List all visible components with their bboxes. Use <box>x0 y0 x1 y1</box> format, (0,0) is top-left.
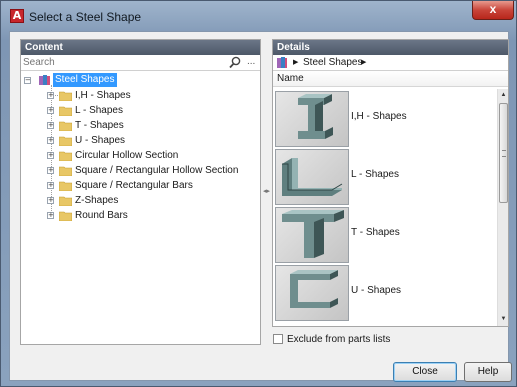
search-input[interactable] <box>21 55 221 70</box>
ih-beam-icon <box>275 91 349 147</box>
search-icon[interactable] <box>229 56 241 69</box>
close-button[interactable]: Close <box>393 362 457 382</box>
folder-icon <box>59 196 72 206</box>
folder-icon <box>59 151 72 161</box>
expand-icon[interactable]: + <box>47 182 54 189</box>
list-item-l-shapes[interactable]: L - Shapes <box>273 147 497 205</box>
steel-library-icon <box>277 57 287 68</box>
tree-item-z-shapes[interactable]: + Z-Shapes <box>21 193 260 208</box>
tree-item-label: I,H - Shapes <box>75 90 131 101</box>
expand-icon[interactable]: + <box>47 92 54 99</box>
tree-item-label: Circular Hollow Section <box>75 150 179 161</box>
dialog-client-area: Content ... − Steel Shapes <box>9 31 512 382</box>
tree-item-label: Square / Rectangular Hollow Section <box>75 165 239 176</box>
scroll-up-icon[interactable]: ▲ <box>498 89 509 102</box>
content-panel: Content ... − Steel Shapes <box>20 39 261 345</box>
folder-icon <box>59 136 72 146</box>
tree-item-label: Square / Rectangular Bars <box>75 180 193 191</box>
collapse-icon[interactable]: − <box>24 77 31 84</box>
expand-icon[interactable]: + <box>47 197 54 204</box>
name-column-header[interactable]: Name <box>273 71 508 87</box>
angle-icon <box>275 149 349 205</box>
list-item-label: I,H - Shapes <box>351 111 407 122</box>
tree-item-u-shapes[interactable]: + U - Shapes <box>21 133 260 148</box>
folder-icon <box>59 211 72 221</box>
list-item-label: T - Shapes <box>351 227 400 238</box>
list-item-t-shapes[interactable]: T - Shapes <box>273 205 497 263</box>
breadcrumb-arrow-icon[interactable]: ▶ <box>361 55 366 71</box>
folder-icon <box>59 91 72 101</box>
search-options-button[interactable]: ... <box>247 56 255 67</box>
tree-item-label: Round Bars <box>75 210 128 221</box>
details-panel: Details ▶ Steel Shapes ▶ Name I,H - Shap… <box>272 39 509 327</box>
tree-item-label: Steel Shapes <box>53 73 117 87</box>
details-panel-header: Details <box>273 40 508 55</box>
help-button[interactable]: Help <box>464 362 512 382</box>
list-item-label: U - Shapes <box>351 285 402 296</box>
list-item-u-shapes[interactable]: U - Shapes <box>273 263 497 321</box>
folder-icon <box>59 106 72 116</box>
shape-tree: − Steel Shapes + I,H - Shapes + L - Shap… <box>21 71 260 223</box>
window-close-button[interactable]: x <box>472 1 514 20</box>
steel-library-icon <box>39 75 50 85</box>
dialog-window: A Select a Steel Shape x Content ... − <box>0 0 517 387</box>
expand-icon[interactable]: + <box>47 137 54 144</box>
tree-item-square-rectangular-hollow-section[interactable]: + Square / Rectangular Hollow Section <box>21 163 260 178</box>
content-panel-header: Content <box>21 40 260 55</box>
folder-icon <box>59 181 72 191</box>
tree-item-label: U - Shapes <box>75 135 126 146</box>
folder-icon <box>59 121 72 131</box>
scroll-thumb[interactable] <box>499 103 508 203</box>
list-item-ih-shapes[interactable]: I,H - Shapes <box>273 89 497 147</box>
exclude-checkbox-label[interactable]: Exclude from parts lists <box>287 333 390 346</box>
panel-splitter-icon[interactable]: ◂▸ <box>263 187 270 195</box>
details-scrollbar[interactable]: ▲ ▼ <box>497 89 508 326</box>
expand-icon[interactable]: + <box>47 167 54 174</box>
expand-icon[interactable]: + <box>47 212 54 219</box>
folder-icon <box>59 166 72 176</box>
expand-icon[interactable]: + <box>47 107 54 114</box>
breadcrumb-arrow-icon[interactable]: ▶ <box>293 55 298 71</box>
search-row: ... <box>21 55 260 71</box>
tree-item-t-shapes[interactable]: + T - Shapes <box>21 118 260 133</box>
scroll-down-icon[interactable]: ▼ <box>498 313 509 326</box>
tree-item-label: L - Shapes <box>75 105 123 116</box>
expand-icon[interactable]: + <box>47 122 54 129</box>
tree-item-steel-shapes[interactable]: − Steel Shapes <box>21 73 260 88</box>
tree-item-square-rectangular-bars[interactable]: + Square / Rectangular Bars <box>21 178 260 193</box>
tree-item-ih-shapes[interactable]: + I,H - Shapes <box>21 88 260 103</box>
tree-item-label: T - Shapes <box>75 120 124 131</box>
exclude-checkbox[interactable] <box>273 334 283 344</box>
autocad-app-icon: A <box>10 9 24 23</box>
expand-icon[interactable]: + <box>47 152 54 159</box>
title-bar[interactable]: A Select a Steel Shape x <box>1 1 516 31</box>
tree-item-l-shapes[interactable]: + L - Shapes <box>21 103 260 118</box>
window-title: Select a Steel Shape <box>29 10 142 24</box>
list-item-label: L - Shapes <box>351 169 399 180</box>
tee-icon <box>275 207 349 263</box>
tree-item-round-bars[interactable]: + Round Bars <box>21 208 260 223</box>
breadcrumb: ▶ Steel Shapes ▶ <box>273 55 508 71</box>
shape-list: I,H - Shapes L - Shapes T - Shapes U - S… <box>273 89 497 326</box>
tree-item-circular-hollow-section[interactable]: + Circular Hollow Section <box>21 148 260 163</box>
tree-item-label: Z-Shapes <box>75 195 119 206</box>
channel-icon <box>275 265 349 321</box>
breadcrumb-item-steel-shapes[interactable]: Steel Shapes <box>303 55 363 71</box>
